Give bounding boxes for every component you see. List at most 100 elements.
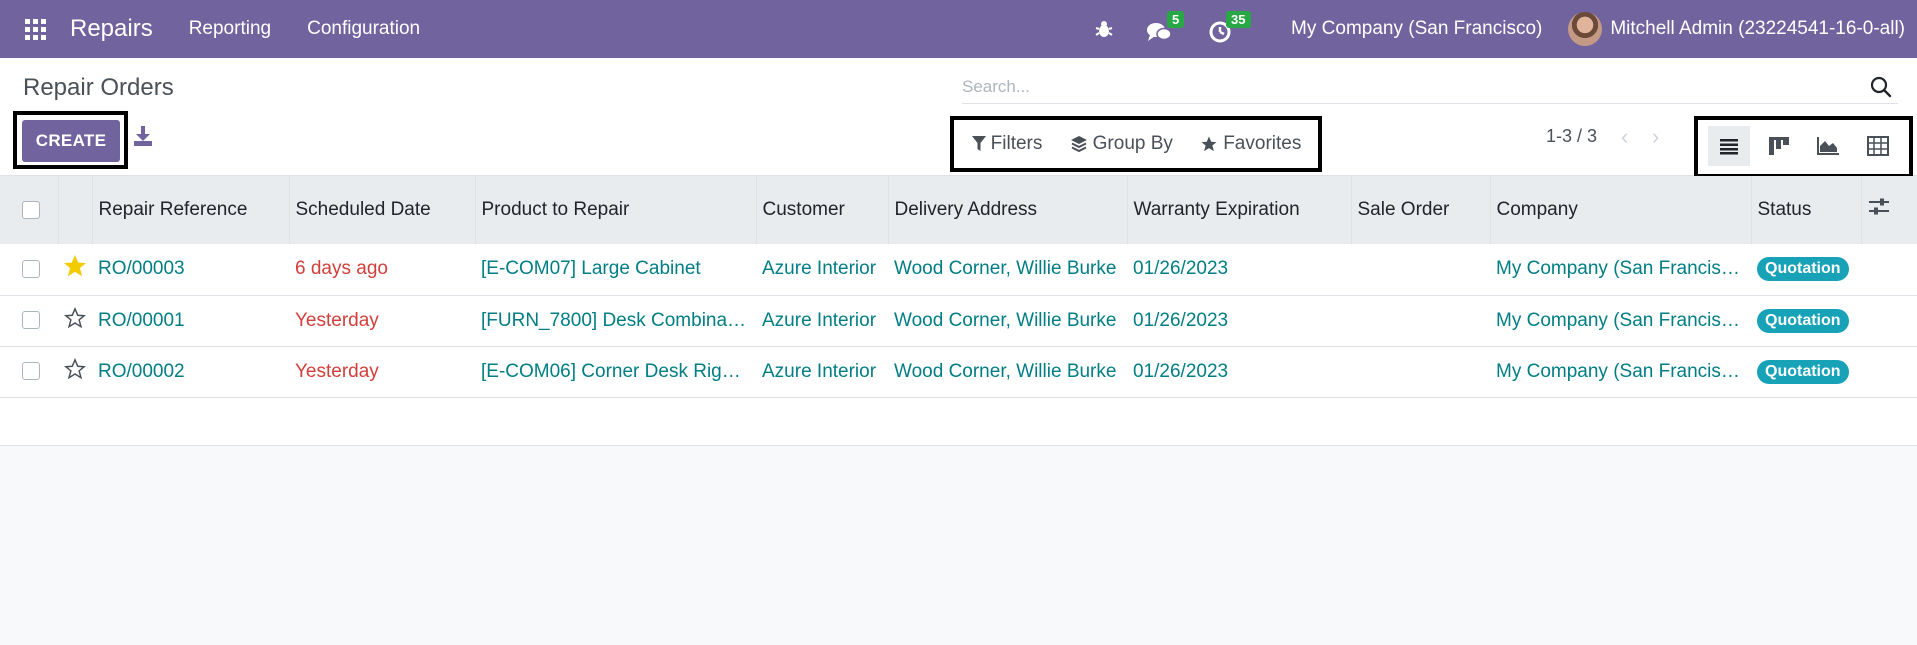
repair-reference-cell[interactable]: RO/00003 (92, 244, 289, 295)
pager-next-icon[interactable]: › (1652, 124, 1659, 150)
favorites-toggle[interactable]: Favorites (1200, 133, 1301, 155)
status-badge: Quotation (1757, 308, 1849, 333)
column-header-warranty-expiration[interactable]: Warranty Expiration (1127, 176, 1352, 244)
search-options: Filters Group By Favorites (954, 120, 1319, 168)
apps-menu-button[interactable] (0, 0, 70, 58)
company-cell[interactable]: My Company (San Francisco) (1490, 244, 1751, 295)
customer-cell[interactable]: Azure Interior (756, 295, 888, 346)
favorite-star-icon[interactable] (63, 255, 87, 277)
search-icon[interactable] (1870, 76, 1892, 98)
filters-toggle[interactable]: Filters (971, 133, 1043, 155)
app-name[interactable]: Repairs (70, 15, 153, 43)
column-header-customer[interactable]: Customer (756, 176, 889, 244)
column-header-scheduled-date[interactable]: Scheduled Date (289, 176, 476, 244)
column-header-status[interactable]: Status (1751, 176, 1862, 244)
favorites-label: Favorites (1223, 133, 1302, 154)
sliders-icon (1868, 198, 1889, 215)
status-cell: Quotation (1751, 346, 1861, 397)
graph-view-button[interactable] (1807, 126, 1849, 166)
user-menu[interactable]: Mitchell Admin (23224541-16-0-all) (1610, 18, 1905, 40)
debug-button[interactable] (1089, 0, 1119, 58)
row-spacer-cell (1861, 244, 1917, 295)
scheduled-date-cell: Yesterday (295, 360, 379, 382)
scheduled-date-cell: 6 days ago (295, 258, 388, 280)
column-header-sale-order[interactable]: Sale Order (1351, 176, 1491, 244)
table-row[interactable]: RO/00003 6 days ago [E-COM07] Large Cabine… (0, 244, 1917, 295)
pager-value[interactable]: 1-3 / 3 (1546, 126, 1597, 147)
status-cell: Quotation (1751, 295, 1861, 346)
menu-configuration[interactable]: Configuration (307, 18, 420, 40)
status-badge: Quotation (1757, 359, 1849, 384)
empty-list-row (0, 397, 1917, 446)
row-favorite-cell (58, 244, 92, 295)
warranty-expiration-cell: 01/26/2023 (1133, 360, 1229, 382)
company-cell[interactable]: My Company (San Francisco) (1490, 346, 1751, 397)
menu-reporting[interactable]: Reporting (189, 18, 271, 40)
sale-order-cell[interactable] (1351, 346, 1490, 397)
customer-cell[interactable]: Azure Interior (756, 346, 888, 397)
row-select-cell (0, 295, 58, 346)
groupby-toggle[interactable]: Group By (1070, 133, 1173, 155)
filters-label: Filters (990, 133, 1043, 154)
table-row[interactable]: RO/00002 Yesterday [E-COM06] Corner Desk R… (0, 346, 1917, 397)
row-checkbox[interactable] (22, 362, 40, 381)
favorite-star-icon[interactable] (63, 306, 87, 329)
favorite-column-header (58, 176, 93, 244)
row-spacer-cell (1861, 295, 1917, 346)
row-checkbox[interactable] (22, 260, 40, 279)
warranty-expiration-cell: 01/26/2023 (1133, 258, 1229, 280)
bug-icon (1095, 21, 1113, 37)
customer-cell[interactable]: Azure Interior (756, 244, 888, 295)
star-icon (1201, 136, 1217, 152)
messages-button[interactable]: 5 (1143, 0, 1189, 58)
column-header-repair-reference[interactable]: Repair Reference (92, 176, 290, 244)
product-cell[interactable]: [FURN_7800] Desk Combination (475, 295, 756, 346)
select-all-cell (0, 176, 59, 244)
activities-count-badge: 35 (1226, 11, 1251, 28)
kanban-view-button[interactable] (1758, 126, 1800, 166)
table-header-row: Repair Reference Scheduled Date Product … (0, 176, 1917, 244)
delivery-address-cell[interactable]: Wood Corner, Willie Burke (888, 346, 1127, 397)
download-icon[interactable] (131, 124, 155, 148)
column-header-product[interactable]: Product to Repair (475, 176, 757, 244)
search-input[interactable] (962, 70, 1852, 103)
delivery-address-cell[interactable]: Wood Corner, Willie Burke (888, 295, 1127, 346)
table-row[interactable]: RO/00001 Yesterday [FURN_7800] Desk Combin… (0, 295, 1917, 346)
optional-columns-toggle[interactable] (1861, 176, 1917, 244)
status-badge: Quotation (1757, 257, 1849, 282)
list-view-icon (1719, 139, 1738, 155)
area-chart-icon (1817, 137, 1840, 155)
row-spacer-cell (1861, 346, 1917, 397)
row-select-cell (0, 346, 58, 397)
table-grid-icon (1867, 136, 1890, 156)
kanban-view-icon (1768, 137, 1789, 155)
select-all-checkbox[interactable] (22, 200, 40, 219)
product-cell[interactable]: [E-COM07] Large Cabinet (475, 244, 756, 295)
warranty-expiration-cell: 01/26/2023 (1133, 309, 1229, 331)
column-header-company[interactable]: Company (1490, 176, 1752, 244)
company-cell[interactable]: My Company (San Francisco) (1490, 295, 1751, 346)
status-cell: Quotation (1751, 244, 1861, 295)
pivot-view-button[interactable] (1857, 126, 1899, 166)
repair-reference-cell[interactable]: RO/00001 (92, 295, 289, 346)
row-select-cell (0, 244, 58, 295)
messages-count-badge: 5 (1167, 11, 1185, 28)
scheduled-date-cell: Yesterday (295, 309, 379, 331)
delivery-address-cell[interactable]: Wood Corner, Willie Burke (888, 244, 1127, 295)
favorite-star-icon[interactable] (63, 357, 87, 380)
activities-button[interactable]: 35 (1205, 0, 1261, 58)
create-button[interactable]: CREATE (22, 120, 120, 162)
repair-reference-cell[interactable]: RO/00002 (92, 346, 289, 397)
row-checkbox[interactable] (22, 311, 40, 330)
pager-previous-icon[interactable]: ‹ (1621, 124, 1628, 150)
row-favorite-cell (58, 295, 92, 346)
user-avatar[interactable] (1568, 12, 1603, 46)
company-switcher[interactable]: My Company (San Francisco) (1291, 18, 1542, 40)
product-cell[interactable]: [E-COM06] Corner Desk Right Sit (475, 346, 756, 397)
top-navbar: Repairs Reporting Configuration 5 35 My … (0, 0, 1917, 58)
row-favorite-cell (58, 346, 92, 397)
sale-order-cell[interactable] (1351, 295, 1490, 346)
list-view-button[interactable] (1707, 126, 1750, 166)
sale-order-cell[interactable] (1351, 244, 1490, 295)
column-header-delivery-address[interactable]: Delivery Address (888, 176, 1128, 244)
